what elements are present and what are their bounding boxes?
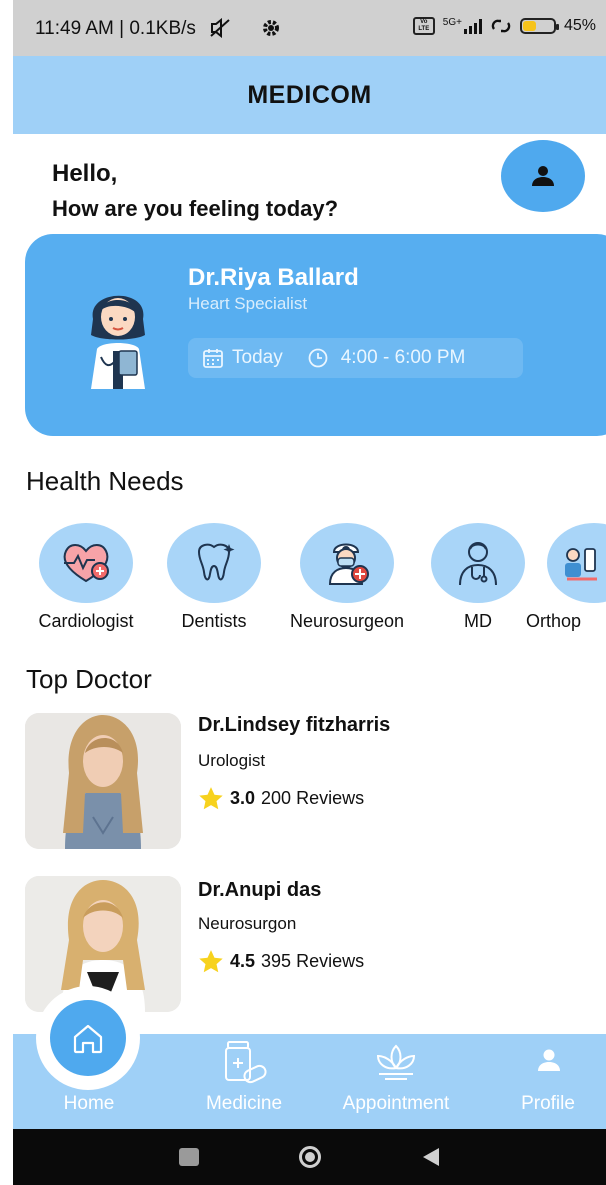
top-doctor-title: Top Doctor [26, 664, 152, 694]
status-right: Vo LTE 5G+ 45% [412, 16, 596, 35]
schedule-time: 4:00 - 6:00 PM [340, 347, 466, 368]
doctor-illustration-icon [91, 295, 145, 389]
nav-profile-label: Profile [521, 1093, 575, 1114]
featured-doctor-specialty: Heart Specialist [188, 294, 308, 313]
category-circle [167, 523, 261, 603]
status-bar: 11:49 AM | 0.1KB/s Vo LTE 5G+ 45% [13, 0, 606, 56]
heart-pulse-icon [63, 544, 109, 583]
category-label: Orthop [526, 611, 582, 631]
category-circle [300, 523, 394, 603]
nav-appointment[interactable]: Appointment [331, 1034, 461, 1129]
category-orthopedic[interactable]: Orthop [526, 523, 606, 631]
system-nav-bar [13, 1129, 606, 1185]
clock-icon [308, 348, 328, 368]
person-icon [538, 1049, 560, 1071]
app-bar: MEDICOM [13, 56, 606, 134]
volte-icon: Vo LTE [412, 17, 435, 35]
signal-icon [463, 18, 482, 34]
network-label: 5G+ [442, 16, 462, 28]
nav-medicine[interactable]: Medicine [189, 1034, 299, 1129]
health-needs-title: Health Needs [26, 466, 184, 496]
medicine-icon [225, 1041, 267, 1084]
home-icon [73, 1024, 103, 1054]
profile-avatar-button[interactable] [501, 140, 585, 212]
review-count: 395 Reviews [261, 951, 365, 971]
nav-profile[interactable]: Profile [508, 1034, 588, 1129]
lotus-icon [376, 1044, 416, 1080]
mute-icon [210, 18, 230, 38]
greeting-question: How are you feeling today? [52, 196, 339, 221]
orthopedic-icon [565, 548, 597, 581]
greeting-hello: Hello, [52, 160, 118, 187]
tooth-icon [197, 543, 235, 581]
doctor-name[interactable]: Dr.Anupi das [198, 879, 321, 902]
app-title: MEDICOM [247, 80, 372, 109]
nav-home-label: Home [63, 1093, 115, 1114]
app-frame: 11:49 AM | 0.1KB/s Vo LTE 5G+ 45% MEDICO… [13, 0, 606, 1185]
surgeon-icon [328, 543, 369, 585]
doctor-rating: 4.5 395 Reviews [198, 949, 364, 974]
doctor-portrait-image [25, 876, 181, 1012]
category-dentists[interactable]: Dentists [166, 523, 262, 631]
calendar-icon [203, 349, 223, 368]
category-cardiologist[interactable]: Cardiologist [38, 523, 134, 631]
link-icon [491, 19, 511, 33]
doctor-specialty: Urologist [198, 751, 266, 770]
nav-appointment-label: Appointment [342, 1093, 450, 1114]
battery-icon [519, 18, 559, 34]
review-count: 200 Reviews [261, 788, 365, 808]
category-neurosurgeon[interactable]: Neurosurgeon [290, 523, 404, 631]
home-system-button[interactable] [298, 1146, 321, 1168]
settings-icon [263, 20, 279, 36]
category-md[interactable]: MD [430, 523, 526, 631]
doctor-photo[interactable] [25, 876, 181, 1012]
doctor-photo[interactable] [25, 713, 181, 849]
doctor-name[interactable]: Dr.Lindsey fitzharris [198, 714, 390, 737]
schedule-chip: Today 4:00 - 6:00 PM [188, 338, 523, 378]
home-button[interactable] [50, 1000, 126, 1076]
status-time: 11:49 AM | 0.1KB/s [35, 18, 196, 39]
person-icon [532, 166, 554, 186]
category-circle [547, 523, 606, 603]
rating-score: 4.5 [230, 951, 256, 971]
doctor-icon [459, 542, 497, 586]
doctor-rating: 3.0 200 Reviews [198, 786, 364, 811]
recents-button[interactable] [178, 1148, 199, 1166]
featured-doctor-card[interactable]: Dr.Riya Ballard Heart Specialist Today 4… [25, 234, 606, 436]
doctor-specialty: Neurosurgon [198, 914, 297, 933]
featured-doctor-name: Dr.Riya Ballard [188, 264, 359, 291]
back-button[interactable] [421, 1146, 441, 1168]
rating-score: 3.0 [230, 788, 256, 808]
battery-percent: 45% [563, 17, 596, 34]
star-icon [199, 787, 223, 810]
doctor-portrait-image [25, 713, 181, 849]
category-circle [39, 523, 133, 603]
star-icon [199, 950, 223, 973]
schedule-day: Today [232, 347, 283, 368]
nav-medicine-label: Medicine [205, 1093, 283, 1114]
category-circle [431, 523, 525, 603]
